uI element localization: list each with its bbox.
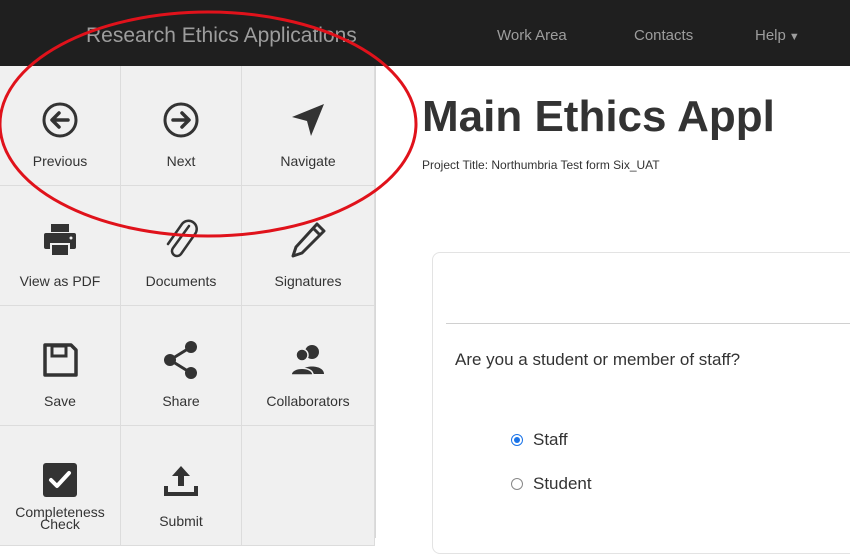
radio-option-staff[interactable]: Staff	[511, 430, 568, 450]
empty-toolbar-cell	[242, 426, 375, 546]
next-label: Next	[166, 153, 196, 169]
top-navbar: Research Ethics Applications Work Area C…	[0, 0, 850, 66]
collaborators-button[interactable]: Collaborators	[242, 306, 375, 426]
floppy-disk-icon	[0, 336, 120, 384]
upload-icon	[121, 456, 241, 504]
submit-button[interactable]: Submit	[121, 426, 242, 546]
page-title: Main Ethics Appl	[422, 92, 775, 141]
share-button[interactable]: Share	[121, 306, 242, 426]
nav-help-label[interactable]: Help	[755, 27, 786, 44]
question-panel	[432, 252, 850, 554]
documents-label: Documents	[145, 273, 217, 289]
radio-staff[interactable]	[511, 434, 523, 446]
paperclip-icon	[121, 216, 241, 264]
project-title: Project Title: Northumbria Test form Six…	[422, 158, 660, 172]
share-icon	[121, 336, 241, 384]
pencil-icon	[242, 216, 374, 264]
nav-work-area[interactable]: Work Area	[497, 27, 567, 44]
navigate-button[interactable]: Navigate	[242, 66, 375, 186]
completeness-check-button[interactable]: Completeness Check	[0, 426, 121, 546]
next-button[interactable]: Next	[121, 66, 242, 186]
collaborators-label: Collaborators	[266, 393, 350, 409]
panel-divider	[446, 323, 850, 324]
view-as-pdf-button[interactable]: View as PDF	[0, 186, 121, 306]
nav-help[interactable]: Help ▼	[755, 27, 800, 44]
signatures-button[interactable]: Signatures	[242, 186, 375, 306]
arrow-left-circle-icon	[0, 96, 120, 144]
checkbox-icon	[0, 456, 120, 504]
arrow-right-circle-icon	[121, 96, 241, 144]
action-toolbar: Previous Next Navigate View as PDF Docum…	[0, 66, 376, 546]
question-text: Are you a student or member of staff?	[455, 350, 741, 369]
navigate-arrow-icon	[242, 96, 374, 144]
submit-label: Submit	[159, 513, 203, 529]
radio-student[interactable]	[511, 478, 523, 490]
signatures-label: Signatures	[274, 273, 342, 289]
documents-button[interactable]: Documents	[121, 186, 242, 306]
app-brand[interactable]: Research Ethics Applications	[86, 24, 357, 48]
previous-button[interactable]: Previous	[0, 66, 121, 186]
users-icon	[242, 336, 374, 384]
printer-icon	[0, 216, 120, 264]
radio-student-label: Student	[533, 474, 592, 493]
save-button[interactable]: Save	[0, 306, 121, 426]
nav-contacts[interactable]: Contacts	[634, 27, 693, 44]
share-label: Share	[162, 393, 200, 409]
radio-option-student[interactable]: Student	[511, 474, 592, 494]
navigate-label: Navigate	[280, 153, 336, 169]
caret-down-icon: ▼	[788, 31, 800, 43]
radio-staff-label: Staff	[533, 430, 568, 449]
